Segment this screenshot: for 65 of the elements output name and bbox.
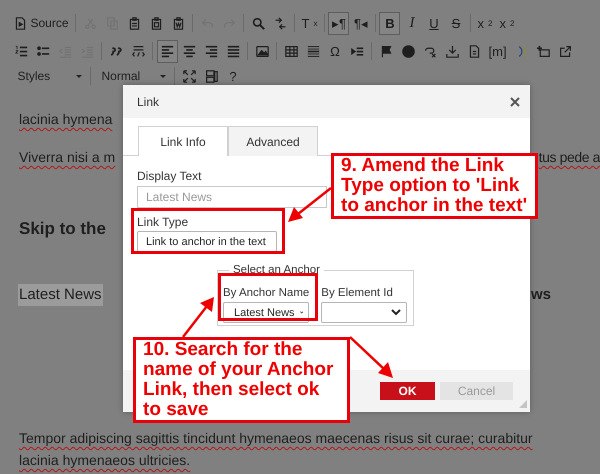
dialog-tab[interactable]: Advanced [228,126,318,156]
anchor-heading-text: ws [531,285,552,305]
horizontal-line-icon [306,44,320,58]
callout-text: 9. Amend the Link Type option to 'Link to anchor in the text' [331,153,538,219]
toolbar-button[interactable]: ▸¶ [328,12,350,34]
paragraph-text: tus pede a [538,148,600,167]
toolbar-button[interactable]: ? [222,66,244,86]
paragraph-text: lacinia hymena [19,110,112,129]
resize-grip-icon[interactable] [519,400,527,408]
unlink-icon [424,44,436,58]
ok-button[interactable]: OK [380,382,435,400]
clipboard-icon [128,16,141,30]
search-icon [252,16,265,30]
insert-icon [536,44,550,58]
table-icon [284,44,298,58]
group-legend: Select an Anchor [229,264,324,276]
field-label: Display Text [137,169,202,183]
toolbar-button[interactable]: B [379,12,400,34]
image-icon [256,44,268,58]
style-dropdown[interactable]: Styles [10,66,86,86]
heading-text: Skip to the [19,218,106,240]
arrow [182,297,214,338]
toolbar-button[interactable]: I [401,12,422,34]
close-icon[interactable] [510,96,520,106]
paragraph-text: lacinia hymenaeos ultricies. [19,451,190,470]
chevron-down-icon [391,309,402,316]
toolbar-button[interactable]: Ω [324,40,346,62]
paragraph-text: Viverra nisi a m [19,148,116,167]
toolbar-button[interactable]: [m] [486,40,510,62]
arrow [288,187,332,222]
link-type-select[interactable]: Link to anchor in the text [137,231,277,252]
cancel-button[interactable]: Cancel [440,382,513,400]
field-label: By Element Id [321,286,393,300]
paragraph-text: Tempor adipiscing sagittis tincidunt hymenaeos maecenas risus sit curae; curabitur [19,429,533,448]
arrow [349,336,393,378]
dialog-title: Link [137,94,160,108]
bulleted-list-icon [36,44,50,58]
quote-icon [110,44,122,58]
anchor-heading-text: Latest News [18,284,103,306]
source-button[interactable]: Source [10,12,72,34]
toolbar-button[interactable]: S [445,12,466,34]
field-label: By Anchor Name [223,286,310,300]
justify-icon [226,44,240,58]
document-icon [468,44,480,58]
flag-icon [380,44,392,58]
page-break-icon [350,44,364,58]
field-label: Link Type [137,215,188,229]
clipboard-icon [172,16,185,30]
download-icon [446,44,458,58]
toolbar-button[interactable]: ¶◂ [350,12,372,34]
align-left-button[interactable] [156,40,178,62]
toolbar-button[interactable]: U [423,12,444,34]
callout-text: 10. Search for the name of your Anchor Link, then select ok to save [133,337,350,423]
align-center-icon [182,44,196,58]
div-icon [132,44,144,58]
document-play-icon [14,16,26,30]
clipboard-icon [150,16,163,30]
dialog-tab[interactable]: Link Info [138,126,228,156]
display-text-field[interactable]: Latest News [137,186,327,208]
align-left-icon [160,44,174,58]
replace-icon [274,16,287,30]
share-icon [558,44,572,58]
numbered-list-icon [14,44,28,58]
toolbar-button[interactable]: x$^{2}$ [496,12,518,34]
align-right-icon [204,44,218,58]
